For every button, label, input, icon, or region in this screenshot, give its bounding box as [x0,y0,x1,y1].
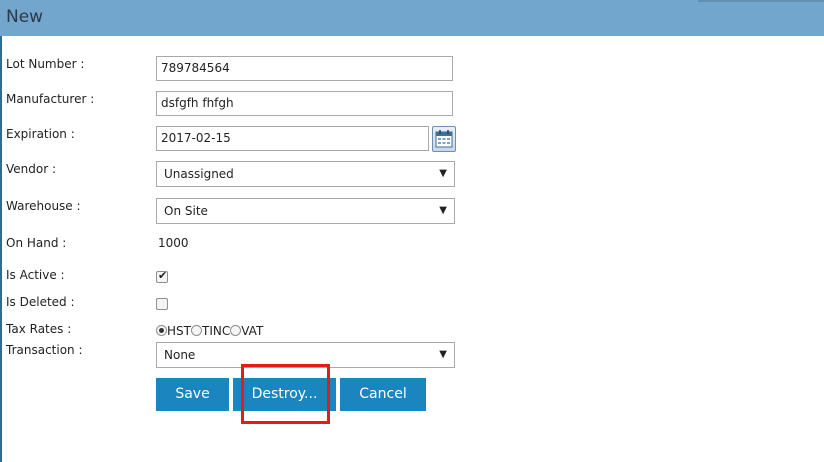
save-button[interactable]: Save [156,378,229,411]
tax-rate-hst-radio[interactable] [156,325,167,336]
transaction-selected-value: None [164,348,196,362]
lot-number-label: Lot Number : [6,57,85,71]
left-border [0,36,2,462]
tax-rate-tinc-label: TINC [201,324,231,338]
vendor-select[interactable]: Unassigned ▼ [156,161,455,187]
tax-rate-tinc-radio[interactable] [190,325,202,336]
warehouse-selected-value: On Site [164,204,208,218]
is-active-label: Is Active : [6,268,65,282]
destroy-highlight-box [241,364,330,424]
warehouse-label: Warehouse : [6,199,81,213]
cancel-button[interactable]: Cancel [340,378,426,411]
tax-rates-label: Tax Rates : [6,322,72,336]
window-header: New [0,0,824,36]
tax-rate-vat-label: VAT [241,324,264,338]
header-divider [698,0,824,2]
expiration-label: Expiration : [6,127,75,141]
expiration-input[interactable]: 2017-02-15 [156,126,429,151]
tax-rate-hst-label: HST [167,324,191,338]
tax-rates-radio-group: HST TINC VAT [156,324,263,340]
warehouse-select[interactable]: On Site ▼ [156,198,455,224]
chevron-down-icon: ▼ [439,168,447,179]
lot-number-input[interactable]: 789784564 [156,56,453,81]
tax-rate-vat-radio[interactable] [230,325,242,336]
checkmark-icon: ✔ [158,269,168,282]
is-active-checkbox[interactable]: ✔ [156,269,168,283]
manufacturer-input[interactable]: dsfgfh fhfgh [156,91,453,116]
transaction-label: Transaction : [6,343,83,357]
on-hand-label: On Hand : [6,236,67,250]
calendar-button[interactable] [432,126,456,152]
vendor-selected-value: Unassigned [164,167,234,181]
is-deleted-checkbox[interactable] [156,298,168,310]
vendor-label: Vendor : [6,162,57,176]
chevron-down-icon: ▼ [439,349,447,360]
page-title: New [6,7,44,27]
is-deleted-label: Is Deleted : [6,295,75,309]
chevron-down-icon: ▼ [439,205,447,216]
manufacturer-label: Manufacturer : [6,92,95,106]
calendar-icon [435,130,453,148]
on-hand-value: 1000 [158,236,189,250]
